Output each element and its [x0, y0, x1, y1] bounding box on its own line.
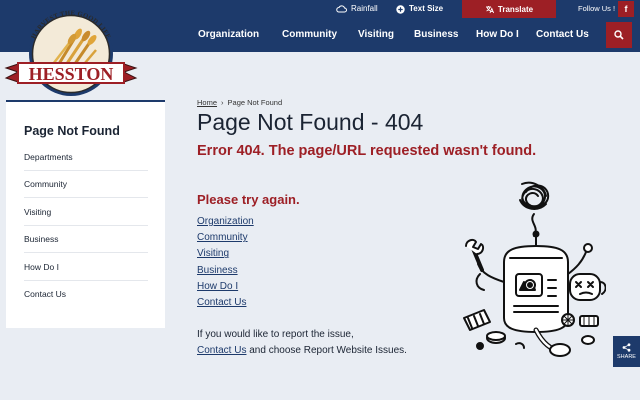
report-line-2: and choose Report Website Issues. — [246, 345, 407, 356]
suggested-links: Organization Community Visiting Business… — [197, 214, 254, 311]
robot-body — [503, 245, 569, 333]
sidebar-item-community[interactable]: Community — [24, 171, 148, 198]
fallen-robot-head — [567, 243, 606, 301]
link-contact-us[interactable]: Contact Us — [197, 295, 254, 311]
logo-banner-text: HESSTON — [29, 64, 114, 84]
sidebar-title: Page Not Found — [24, 124, 120, 138]
sidebar-item-contact-us[interactable]: Contact Us — [24, 281, 148, 308]
nav-community[interactable]: Community — [282, 18, 337, 52]
plus-circle-icon — [396, 4, 405, 14]
sidebar-item-business[interactable]: Business — [24, 226, 148, 253]
link-business[interactable]: Business — [197, 263, 254, 279]
translate-button[interactable]: Translate — [462, 0, 556, 18]
translate-label: Translate — [497, 4, 534, 14]
nav-contact-us[interactable]: Contact Us — [536, 18, 589, 52]
breadcrumb: Home › Page Not Found — [197, 98, 282, 107]
scribble-icon — [519, 181, 550, 237]
text-size-label: Text Size — [409, 4, 444, 13]
search-icon — [614, 30, 624, 40]
broken-robot-illustration — [463, 181, 606, 357]
rainfall-label: Rainfall — [351, 4, 378, 13]
search-button[interactable] — [606, 22, 632, 48]
share-button[interactable]: SHARE — [613, 336, 640, 367]
link-community[interactable]: Community — [197, 230, 254, 246]
page-title: Page Not Found - 404 — [197, 109, 424, 135]
share-icon — [622, 343, 631, 352]
nav-how-do-i[interactable]: How Do I — [476, 18, 519, 52]
link-visiting[interactable]: Visiting — [197, 246, 254, 262]
sidebar-item-visiting[interactable]: Visiting — [24, 199, 148, 226]
cloud-icon — [336, 5, 347, 13]
nav-visiting[interactable]: Visiting — [358, 18, 394, 52]
sidebar-item-departments[interactable]: Departments — [24, 144, 148, 171]
try-again-heading: Please try again. — [197, 192, 300, 207]
share-label: SHARE — [617, 354, 636, 360]
breadcrumb-home[interactable]: Home — [197, 98, 217, 107]
wrench-icon — [465, 238, 505, 291]
breadcrumb-current: Page Not Found — [227, 98, 283, 107]
breadcrumb-separator: › — [221, 98, 224, 107]
translate-icon — [485, 5, 494, 13]
rainfall-link[interactable]: Rainfall — [336, 0, 378, 18]
link-how-do-i[interactable]: How Do I — [197, 279, 254, 295]
error-message: Error 404. The page/URL requested wasn't… — [197, 143, 537, 159]
report-line-1: If you would like to report the issue, — [197, 329, 354, 340]
facebook-icon[interactable]: f — [618, 1, 634, 17]
text-size-control[interactable]: Text Size — [396, 0, 443, 18]
hesston-logo[interactable]: HARVEST THE GOOD LIFE HESSTON — [4, 6, 138, 98]
nav-organization[interactable]: Organization — [198, 18, 259, 52]
report-contact-link[interactable]: Contact Us — [197, 345, 246, 356]
nav-business[interactable]: Business — [414, 18, 458, 52]
link-organization[interactable]: Organization — [197, 214, 254, 230]
sidebar-item-how-do-i[interactable]: How Do I — [24, 254, 148, 281]
report-issue-text: If you would like to report the issue, C… — [197, 327, 407, 359]
follow-us-label: Follow Us ! — [578, 4, 616, 13]
